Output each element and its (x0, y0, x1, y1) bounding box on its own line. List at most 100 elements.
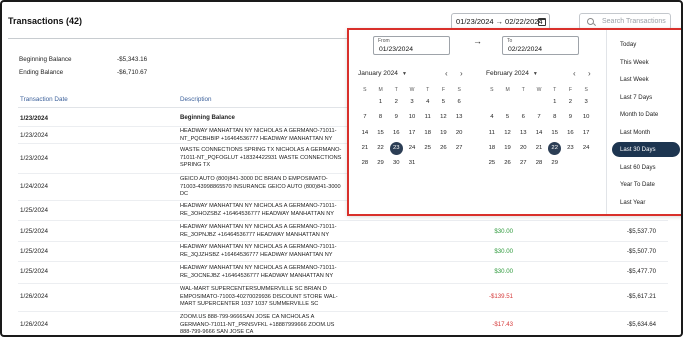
prev-month-button[interactable]: ‹ (573, 69, 576, 78)
day-cell[interactable]: 5 (436, 95, 452, 110)
table-row[interactable]: 1/26/2024 ZOOM.US 888-799-9666SAN JOSE C… (18, 312, 668, 335)
preset-this-week[interactable]: This Week (612, 55, 680, 70)
preset-last-month[interactable]: Last Month (612, 125, 680, 140)
column-header-date[interactable]: Transaction Date (20, 96, 68, 103)
day-cell[interactable]: 12 (500, 126, 516, 141)
table-row[interactable]: 1/26/2024 WAL-MART SUPERCENTERSUMMERVILL… (18, 284, 668, 312)
day-cell[interactable]: 25 (484, 156, 500, 171)
day-cell[interactable]: 14 (531, 126, 547, 141)
day-cell[interactable]: 18 (420, 126, 436, 141)
preset-last-7-days[interactable]: Last 7 Days (612, 90, 680, 105)
beginning-balance-label: Beginning Balance (19, 56, 72, 63)
day-cell[interactable]: 11 (420, 110, 436, 125)
from-date-field[interactable]: From 01/23/2024 (373, 36, 450, 55)
date-range-picker: From 01/23/2024 → To 02/22/2024 January … (347, 28, 681, 216)
search-placeholder: Search Transactions (602, 18, 666, 25)
month-select-february[interactable]: February 2024 ▼ (486, 70, 538, 77)
day-cell[interactable]: 4 (484, 110, 500, 125)
empty-day-cell (420, 156, 436, 171)
day-cell[interactable]: 9 (563, 110, 579, 125)
day-cell[interactable]: 3 (404, 95, 420, 110)
day-cell[interactable]: 21 (531, 141, 547, 156)
day-cell[interactable]: 18 (484, 141, 500, 156)
day-cell[interactable]: 6 (515, 110, 531, 125)
day-cell[interactable]: 14 (357, 126, 373, 141)
day-cell[interactable]: 25 (420, 141, 436, 156)
day-cell[interactable]: 15 (547, 126, 563, 141)
day-cell[interactable]: 29 (373, 156, 389, 171)
day-cell[interactable]: 8 (547, 110, 563, 125)
preset-month-to-date[interactable]: Month to Date (612, 107, 680, 122)
day-cell[interactable]: 19 (436, 126, 452, 141)
day-cell[interactable]: 24 (404, 141, 420, 156)
prev-month-button[interactable]: ‹ (445, 69, 448, 78)
to-date-field[interactable]: To 02/22/2024 (502, 36, 579, 55)
day-cell[interactable]: 19 (500, 141, 516, 156)
row-amount: -$139.51 (488, 293, 513, 300)
day-cell[interactable]: 2 (563, 95, 579, 110)
to-label: To (507, 38, 513, 44)
day-cell[interactable]: 5 (500, 110, 516, 125)
day-cell[interactable]: 1 (373, 95, 389, 110)
empty-day-cell (436, 156, 452, 171)
day-cell[interactable]: 29 (547, 156, 563, 171)
preset-last-year[interactable]: Last Year (612, 195, 680, 210)
selected-day-cell[interactable]: 23 (388, 141, 404, 156)
chevron-down-icon: ▼ (401, 71, 407, 77)
preset-last-week[interactable]: Last Week (612, 72, 680, 87)
day-cell[interactable]: 27 (515, 156, 531, 171)
day-cell[interactable]: 21 (357, 141, 373, 156)
day-cell[interactable]: 27 (451, 141, 467, 156)
table-row[interactable]: 1/25/2024 HEADWAY MANHATTAN NY NICHOLAS … (18, 221, 668, 242)
table-row[interactable]: 1/25/2024 HEADWAY MANHATTAN NY NICHOLAS … (18, 262, 668, 284)
day-cell[interactable]: 12 (436, 110, 452, 125)
next-month-button[interactable]: › (588, 69, 591, 78)
day-cell[interactable]: 7 (357, 110, 373, 125)
empty-day-cell (451, 156, 467, 171)
day-cell[interactable]: 28 (531, 156, 547, 171)
day-cell[interactable]: 13 (451, 110, 467, 125)
day-cell[interactable]: 4 (420, 95, 436, 110)
day-cell[interactable]: 28 (357, 156, 373, 171)
day-cell[interactable]: 24 (578, 141, 594, 156)
day-cell[interactable]: 7 (531, 110, 547, 125)
day-cell[interactable]: 10 (404, 110, 420, 125)
ending-balance-label: Ending Balance (19, 69, 64, 76)
day-cell[interactable]: 22 (373, 141, 389, 156)
day-cell[interactable]: 16 (388, 126, 404, 141)
preset-year-to-date[interactable]: Year To Date (612, 177, 680, 192)
next-month-button[interactable]: › (460, 69, 463, 78)
day-cell[interactable]: 1 (547, 95, 563, 110)
day-cell[interactable]: 26 (500, 156, 516, 171)
day-cell[interactable]: 9 (388, 110, 404, 125)
day-cell[interactable]: 26 (436, 141, 452, 156)
preset-last-30-days[interactable]: Last 30 Days (612, 142, 680, 157)
day-cell[interactable]: 11 (484, 126, 500, 141)
week-row: 21 22 23 24 25 26 27 (357, 141, 467, 156)
day-cell[interactable]: 3 (578, 95, 594, 110)
day-cell[interactable]: 31 (404, 156, 420, 171)
month-select-january[interactable]: January 2024 ▼ (358, 70, 407, 77)
day-cell[interactable]: 23 (563, 141, 579, 156)
day-cell[interactable]: 20 (451, 126, 467, 141)
day-cell[interactable]: 13 (515, 126, 531, 141)
selected-day-cell[interactable]: 22 (547, 141, 563, 156)
calendar-january: S M T W T F S 1 2 3 4 5 6 7 8 9 10 11 12 13 14 15 16 17 18 19 20 21… (357, 85, 467, 171)
day-cell[interactable]: 10 (578, 110, 594, 125)
day-cell[interactable]: 17 (578, 126, 594, 141)
preset-last-60-days[interactable]: Last 60 Days (612, 160, 680, 175)
day-cell[interactable]: 8 (373, 110, 389, 125)
preset-today[interactable]: Today (612, 37, 680, 52)
column-header-description[interactable]: Description (180, 96, 212, 103)
day-cell[interactable]: 17 (404, 126, 420, 141)
date-range-arrow: → (495, 17, 504, 26)
day-cell[interactable]: 6 (451, 95, 467, 110)
week-row: 7 8 9 10 11 12 13 (357, 110, 467, 125)
day-cell[interactable]: 20 (515, 141, 531, 156)
day-cell[interactable]: 15 (373, 126, 389, 141)
table-row[interactable]: 1/25/2024 HEADWAY MANHATTAN NY NICHOLAS … (18, 242, 668, 262)
day-cell[interactable]: 16 (563, 126, 579, 141)
calendar-icon (538, 18, 546, 26)
day-cell[interactable]: 2 (388, 95, 404, 110)
day-cell[interactable]: 30 (388, 156, 404, 171)
